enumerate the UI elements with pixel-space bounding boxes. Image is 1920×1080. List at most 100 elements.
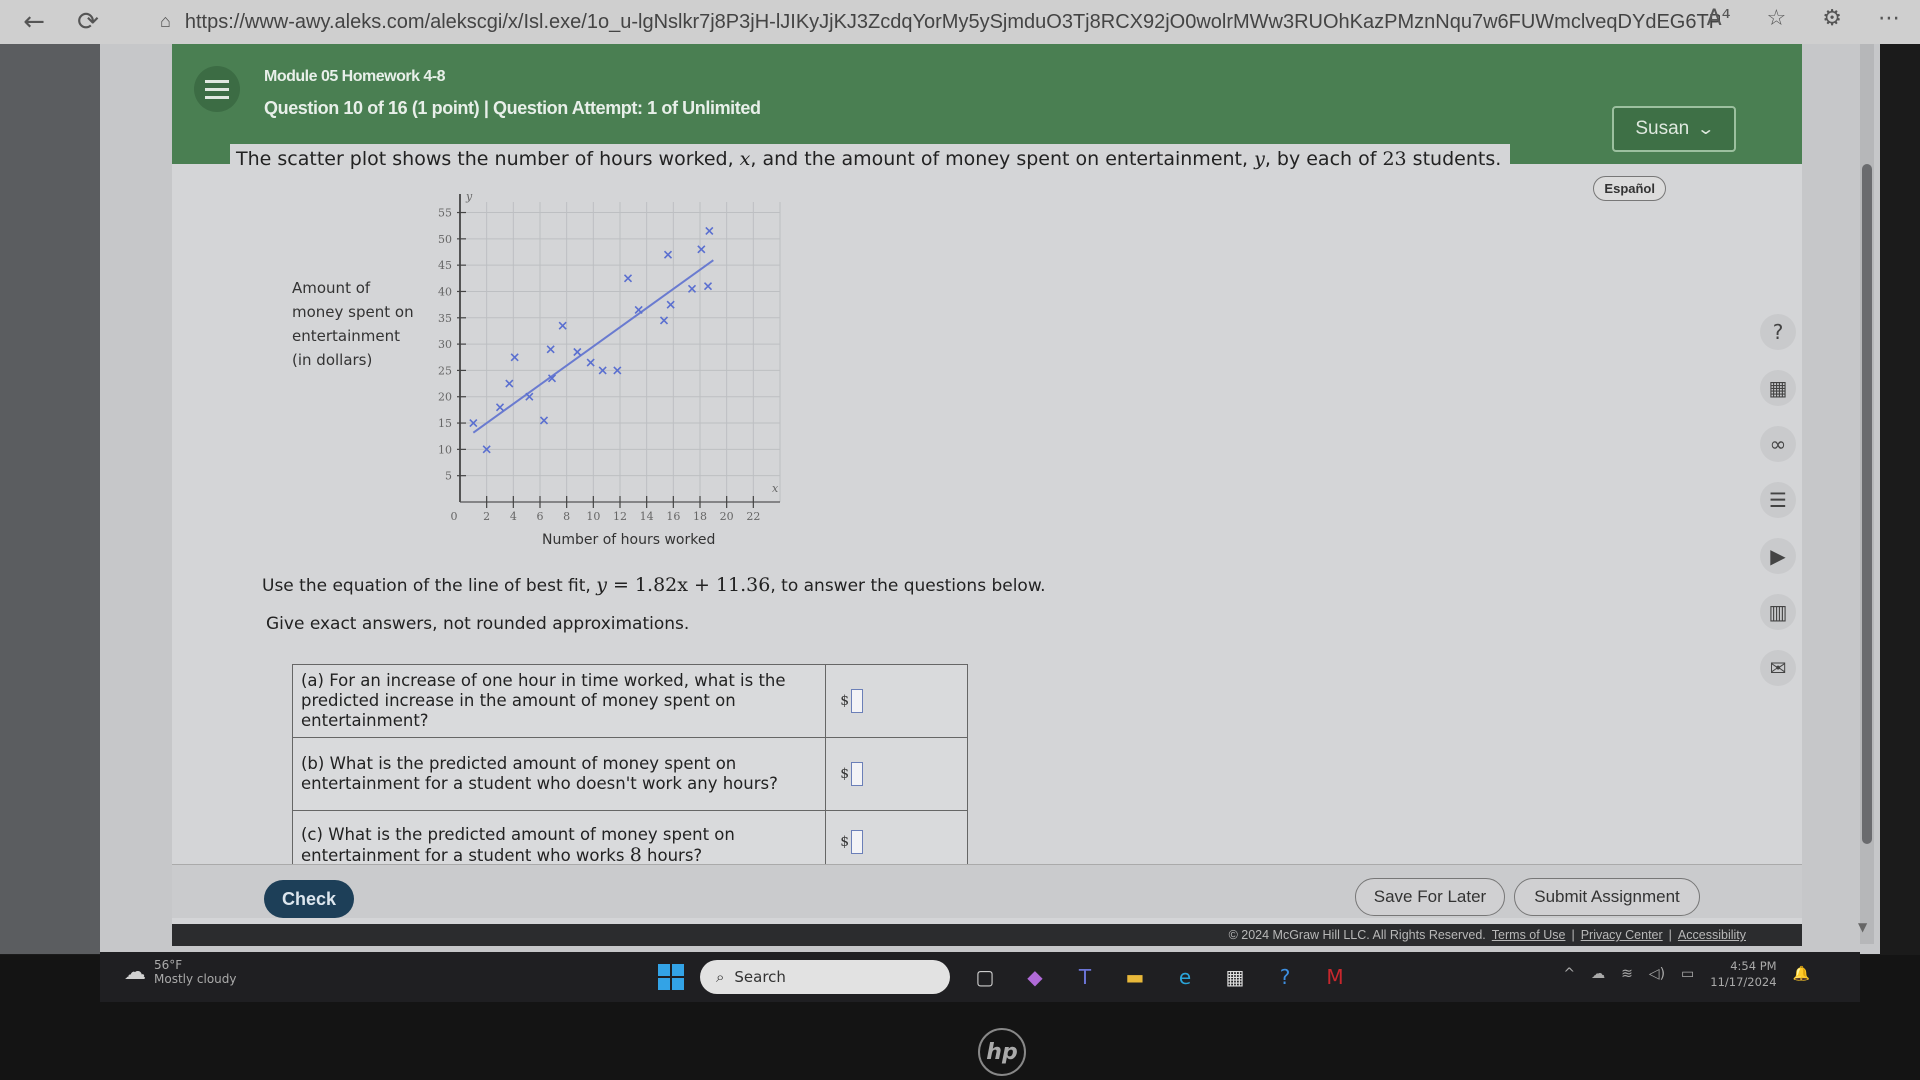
extensions-icon[interactable]: ⚙ xyxy=(1822,6,1842,31)
intro-text: , and the amount of money spent on enter… xyxy=(750,148,1255,170)
y-tick-label: 5 xyxy=(445,470,452,483)
instruction-text: Use the equation of the line of best fit… xyxy=(262,576,597,596)
weather-widget[interactable]: ☁ 56°F Mostly cloudy xyxy=(124,958,237,986)
x-axis-letter: x xyxy=(772,482,779,495)
espanol-button[interactable]: Español xyxy=(1593,176,1666,201)
cloud-icon: ☁ xyxy=(124,959,146,985)
tray-expand-icon[interactable]: ^ xyxy=(1563,966,1575,982)
volume-icon[interactable]: ◁) xyxy=(1649,966,1665,982)
answer-cell-b: $ xyxy=(825,737,968,811)
y-tick-label: 50 xyxy=(438,233,452,246)
wifi-icon[interactable]: ≋ xyxy=(1621,966,1633,982)
worksheet-icon[interactable]: ☰ xyxy=(1760,482,1796,518)
var-y: y xyxy=(1254,148,1265,170)
intro-text: students. xyxy=(1406,148,1502,170)
mail-icon[interactable]: ✉ xyxy=(1760,650,1796,686)
question-row: (b) What is the predicted amount of mone… xyxy=(291,737,968,811)
y-axis-letter: y xyxy=(465,190,473,203)
copyright: © 2024 McGraw Hill LLC. All Rights Reser… xyxy=(1228,928,1486,942)
favorite-star-icon[interactable]: ☆ xyxy=(1767,6,1787,31)
menu-icon-bar xyxy=(205,95,229,99)
data-point xyxy=(634,305,643,314)
mcafee-icon[interactable]: M xyxy=(1320,962,1350,992)
question-a: (a) For an increase of one hour in time … xyxy=(291,664,827,738)
dollar-sign: $ xyxy=(840,766,850,782)
submit-assignment-button[interactable]: Submit Assignment xyxy=(1514,878,1700,916)
video-icon[interactable]: ▶ xyxy=(1760,538,1796,574)
system-tray: ^ ☁ ≋ ◁) ▭ 4:54 PM 11/17/2024 🔔 xyxy=(1563,958,1810,990)
question-c-text: hours? xyxy=(641,846,703,865)
check-button[interactable]: Check xyxy=(264,880,354,918)
instruction-exact: Give exact answers, not rounded approxim… xyxy=(266,614,690,634)
x-tick-label: 16 xyxy=(666,510,680,523)
instruction-equation: Use the equation of the line of best fit… xyxy=(262,574,1046,596)
more-menu-icon[interactable]: ⋯ xyxy=(1878,6,1900,31)
save-for-later-button[interactable]: Save For Later xyxy=(1355,878,1505,916)
answer-input-a[interactable] xyxy=(851,689,864,713)
taskbar-search[interactable]: ⌕ Search xyxy=(700,960,950,994)
y-axis-label-line: money spent on xyxy=(292,303,414,321)
read-aloud-icon[interactable]: A⁴ xyxy=(1707,6,1731,31)
question-info: Question 10 of 16 (1 point) | Question A… xyxy=(264,98,761,118)
windows-start-icon[interactable] xyxy=(658,964,684,990)
teams-icon[interactable]: T xyxy=(1070,962,1100,992)
answer-input-b[interactable] xyxy=(851,762,864,786)
data-point xyxy=(623,274,633,283)
answer-b: $ xyxy=(840,762,864,786)
reload-icon[interactable]: ⟳ xyxy=(68,4,108,40)
search-icon: ⌕ xyxy=(716,968,725,986)
question-b: (b) What is the predicted amount of mone… xyxy=(291,737,827,811)
instruction-text: , to answer the questions below. xyxy=(770,576,1046,596)
answer-input-c[interactable] xyxy=(851,829,864,854)
x-tick-label: 8 xyxy=(563,510,570,523)
y-axis-label-line: (in dollars) xyxy=(292,351,373,369)
glossary-glasses-icon[interactable]: ∞ xyxy=(1760,426,1796,462)
pinned-apps: ▢ ◆ T ▬ e ▦ ? M xyxy=(970,962,1350,992)
answer-a: $ xyxy=(840,689,864,713)
calculator-icon[interactable]: ▦ xyxy=(1760,370,1796,406)
onedrive-icon[interactable]: ☁ xyxy=(1591,966,1605,982)
textbook-icon[interactable]: ▥ xyxy=(1760,594,1796,630)
x-tick-label: 6 xyxy=(537,510,544,523)
data-point xyxy=(703,282,713,291)
chevron-down-icon: ⌄ xyxy=(1696,121,1716,138)
help-app-icon[interactable]: ? xyxy=(1270,962,1300,992)
y-tick-label: 25 xyxy=(438,364,452,377)
y-tick-label: 15 xyxy=(438,417,452,430)
help-icon[interactable]: ? xyxy=(1760,314,1796,350)
accessibility-link[interactable]: Accessibility xyxy=(1678,928,1746,942)
browser-actions: A⁴ ☆ ⚙ ⋯ xyxy=(1707,6,1900,31)
clock[interactable]: 4:54 PM 11/17/2024 xyxy=(1710,958,1776,990)
hours-value: 8 xyxy=(629,844,642,866)
copilot-icon[interactable]: ◆ xyxy=(1020,962,1050,992)
scroll-down-arrow-icon[interactable]: ▼ xyxy=(1858,920,1867,934)
question-page: Module 05 Homework 4-8 Question 10 of 16… xyxy=(172,44,1802,934)
menu-button[interactable] xyxy=(194,66,240,112)
notification-bell-icon[interactable]: 🔔 xyxy=(1793,966,1810,982)
scrollbar-thumb[interactable] xyxy=(1862,164,1872,844)
data-point xyxy=(705,226,714,236)
y-axis-label-line: entertainment xyxy=(292,327,400,345)
address-bar[interactable]: ⌂ https://www-awy.aleks.com/alekscgi/x/I… xyxy=(160,4,1720,40)
battery-icon[interactable]: ▭ xyxy=(1681,966,1694,982)
problem-intro: The scatter plot shows the number of hou… xyxy=(230,144,1510,174)
back-icon[interactable]: ← xyxy=(14,4,54,40)
browser-toolbar: ← ⟳ ⌂ https://www-awy.aleks.com/alekscgi… xyxy=(0,0,1920,44)
data-point xyxy=(546,345,555,354)
y-tick-label: 35 xyxy=(438,312,452,325)
privacy-link[interactable]: Privacy Center xyxy=(1581,928,1663,942)
data-point xyxy=(558,321,567,330)
user-menu-button[interactable]: Susan ⌄ xyxy=(1612,106,1736,152)
y-axis-label: Amount of money spent on entertainment (… xyxy=(292,276,414,372)
x-tick-label: 14 xyxy=(640,510,654,523)
questions-table: (a) For an increase of one hour in time … xyxy=(291,664,968,873)
store-icon[interactable]: ▦ xyxy=(1220,962,1250,992)
terms-link[interactable]: Terms of Use xyxy=(1492,928,1566,942)
task-view-icon[interactable]: ▢ xyxy=(970,962,1000,992)
menu-icon-bar xyxy=(205,79,229,83)
file-explorer-icon[interactable]: ▬ xyxy=(1120,962,1150,992)
menu-icon-bar xyxy=(205,87,229,91)
edge-icon[interactable]: e xyxy=(1170,962,1200,992)
answer-cell-a: $ xyxy=(825,664,968,738)
hp-logo: hp xyxy=(978,1028,1026,1076)
